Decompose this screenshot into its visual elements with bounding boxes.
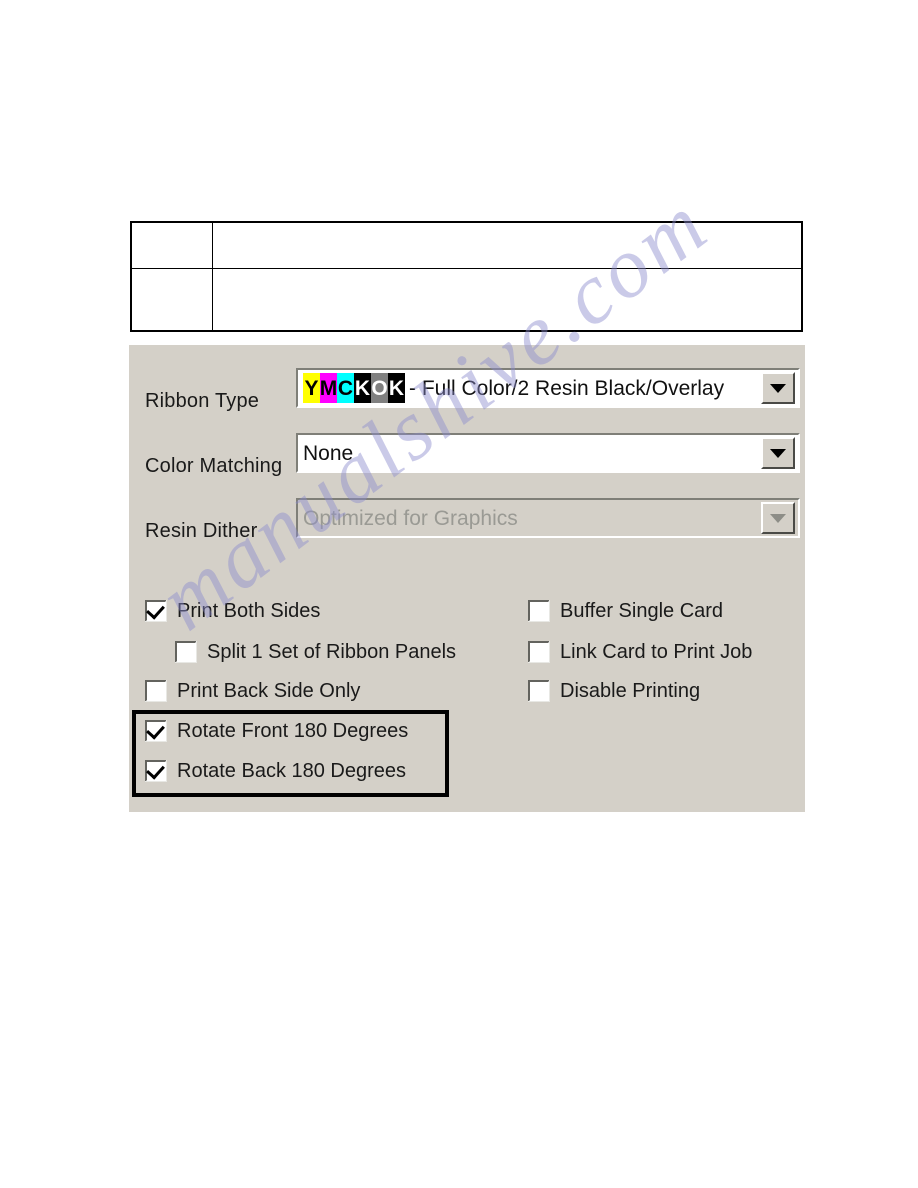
checkbox-split-1-set-of-ribbon-panels[interactable]: Split 1 Set of Ribbon Panels <box>175 641 456 663</box>
checkbox-box-icon[interactable] <box>145 720 167 742</box>
checkbox-print-both-sides[interactable]: Print Both Sides <box>145 600 320 622</box>
checkbox-label: Buffer Single Card <box>560 600 724 622</box>
checkbox-label: Split 1 Set of Ribbon Panels <box>207 641 457 663</box>
chevron-down-icon <box>770 383 786 393</box>
ribbon-type-dropdown-button[interactable] <box>761 372 795 404</box>
checkbox-rotate-back-180-degrees[interactable]: Rotate Back 180 Degrees <box>145 760 406 782</box>
checkbox-rotate-front-180-degrees[interactable]: Rotate Front 180 Degrees <box>145 720 408 742</box>
ribbon-panel-y: Y <box>303 373 320 403</box>
checkbox-label: Print Back Side Only <box>177 680 361 702</box>
table-cell-body <box>212 221 803 269</box>
ribbon-type-combobox[interactable]: Y M C K O K - Full Color/2 Resin Black/O… <box>296 368 800 408</box>
ribbon-type-description: - Full Color/2 Resin Black/Overlay <box>409 376 725 400</box>
ribbon-panel-m: M <box>320 373 337 403</box>
checkbox-label: Print Both Sides <box>177 600 321 622</box>
ymckok-panel-swatches: Y M C K O K <box>303 373 405 403</box>
checkbox-box-icon[interactable] <box>175 641 197 663</box>
color-matching-combobox[interactable]: None <box>296 433 800 473</box>
checkbox-box-icon[interactable] <box>528 641 550 663</box>
ribbon-type-value: Y M C K O K - Full Color/2 Resin Black/O… <box>298 373 761 403</box>
resin-dither-label: Resin Dither <box>145 520 258 542</box>
resin-dither-dropdown-button <box>761 502 795 534</box>
checkbox-label: Rotate Back 180 Degrees <box>177 760 407 782</box>
info-table <box>130 221 803 332</box>
ribbon-panel-o: O <box>371 373 388 403</box>
chevron-down-icon <box>770 448 786 458</box>
checkbox-label: Link Card to Print Job <box>560 641 753 663</box>
checkbox-box-icon[interactable] <box>145 680 167 702</box>
ribbon-type-label: Ribbon Type <box>145 390 260 412</box>
checkbox-box-icon[interactable] <box>528 600 550 622</box>
chevron-down-icon <box>770 513 786 523</box>
ribbon-panel-k1: K <box>354 373 371 403</box>
checkbox-link-card-to-print-job[interactable]: Link Card to Print Job <box>528 641 752 663</box>
checkbox-label: Rotate Front 180 Degrees <box>177 720 409 742</box>
table-cell-body <box>212 268 803 332</box>
checkbox-buffer-single-card[interactable]: Buffer Single Card <box>528 600 723 622</box>
color-matching-value: None <box>303 442 354 464</box>
checkbox-box-icon[interactable] <box>528 680 550 702</box>
table-cell-label <box>130 221 213 269</box>
table-row <box>130 221 803 269</box>
color-matching-dropdown-button[interactable] <box>761 437 795 469</box>
checkbox-box-icon[interactable] <box>145 600 167 622</box>
table-cell-label <box>130 268 213 332</box>
ribbon-settings-panel: Ribbon Type Y M C K O K - Full Color/2 R… <box>129 345 805 812</box>
resin-dither-value: Optimized for Graphics <box>303 507 518 529</box>
resin-dither-combobox: Optimized for Graphics <box>296 498 800 538</box>
checkbox-disable-printing[interactable]: Disable Printing <box>528 680 700 702</box>
table-row <box>130 268 803 332</box>
ribbon-panel-k2: K <box>388 373 405 403</box>
color-matching-label: Color Matching <box>145 455 283 477</box>
checkbox-box-icon[interactable] <box>145 760 167 782</box>
checkbox-print-back-side-only[interactable]: Print Back Side Only <box>145 680 360 702</box>
checkbox-label: Disable Printing <box>560 680 701 702</box>
ribbon-panel-c: C <box>337 373 354 403</box>
